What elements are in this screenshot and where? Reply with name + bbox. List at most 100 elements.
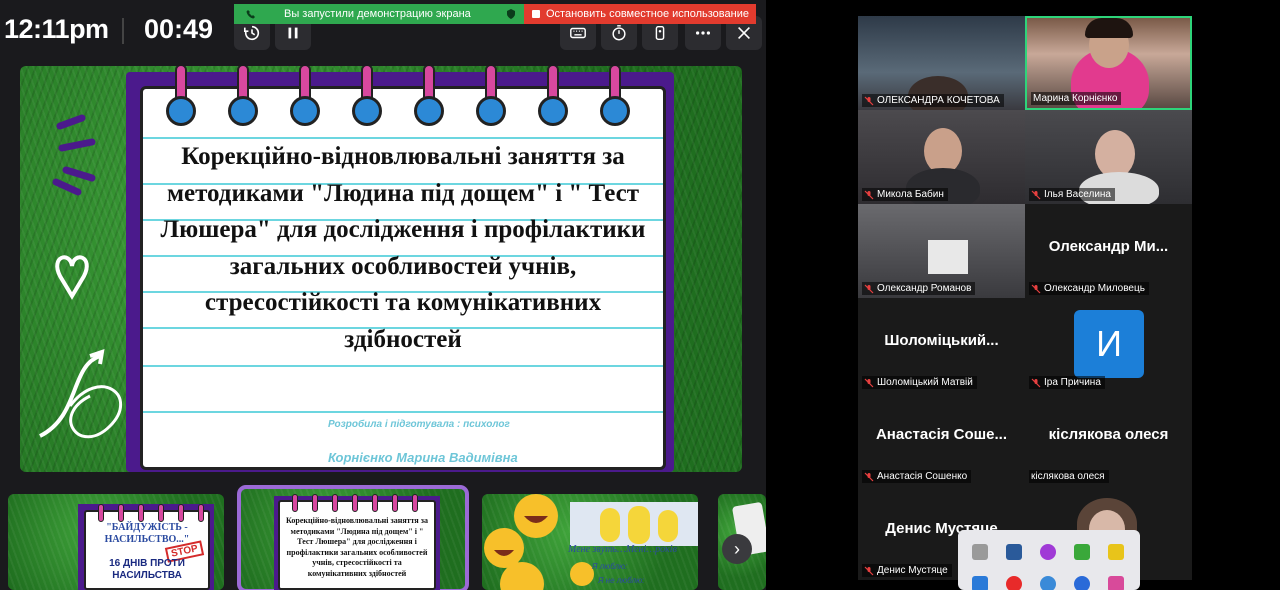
mic-muted-icon: [1031, 284, 1041, 293]
mic-muted-icon: [864, 472, 874, 481]
stop-sharing-button[interactable]: Остановить совместное использование: [524, 4, 756, 24]
screen: 12:11pm 00:49 Вы запустили демонстрацию …: [0, 0, 1280, 590]
participant-nameplate: Марина Корнієнко: [1031, 92, 1122, 105]
presenter-toolbar: 12:11pm 00:49 Вы запустили демонстрацию …: [0, 0, 766, 62]
tray-app-icon[interactable]: [1108, 544, 1124, 560]
thumb-page: Корекційно-відновлювальні заняття за мет…: [278, 500, 436, 590]
participant-name: Олександр Миловець: [1044, 283, 1145, 294]
thumb-page: "БАЙДУЖІСТЬ - НАСИЛЬСТВО..." STOP 16 ДНІ…: [84, 510, 210, 590]
current-slide: Корекційно-відновлювальні заняття за мет…: [20, 66, 742, 472]
notebook-ring: [166, 66, 196, 132]
thumb-line: Мене звуть…Мені…років: [568, 544, 677, 555]
mic-muted-icon: [864, 284, 874, 293]
participant-tile[interactable]: Анастасія Соше... Анастасія Сошенко: [858, 392, 1025, 486]
participant-tile[interactable]: Микола Бабин: [858, 110, 1025, 204]
thumb-line: НАСИЛЬСТВА: [112, 570, 182, 581]
participant-nameplate: Микола Бабин: [862, 188, 948, 201]
ruled-line: [143, 365, 663, 367]
thumb-ring: [292, 494, 298, 512]
participant-tile[interactable]: Марина Корнієнко: [1025, 16, 1192, 110]
thumb-ring: [138, 504, 144, 522]
participant-nameplate: ОЛЕКСАНДРА КОЧЕТОВА: [862, 94, 1004, 107]
more-icon: [695, 31, 711, 35]
ruled-line: [143, 411, 663, 413]
notebook-ring: [228, 66, 258, 132]
stop-sharing-label: Остановить совместное использование: [546, 8, 749, 20]
tray-app-icon[interactable]: [972, 576, 988, 590]
tray-app-icon[interactable]: [1074, 576, 1090, 590]
participant-name: Іра Причина: [1044, 377, 1101, 388]
participant-name: Микола Бабин: [877, 189, 944, 200]
participant-avatar: И: [1074, 310, 1144, 378]
slide-thumbnail-3[interactable]: Мене звуть…Мені…років Я люблю: Я не любл…: [482, 494, 698, 590]
participant-nameplate: Іра Причина: [1029, 376, 1105, 389]
notebook-ring: [290, 66, 320, 132]
thumb-ring: [178, 504, 184, 522]
mic-muted-icon: [1031, 190, 1041, 199]
close-icon: [738, 27, 750, 39]
participant-tile[interactable]: Олександр Романов: [858, 204, 1025, 298]
notebook-ring: [352, 66, 382, 132]
elapsed-timer: 00:49: [144, 14, 214, 44]
slide-thumbnail-1[interactable]: "БАЙДУЖІСТЬ - НАСИЛЬСТВО..." STOP 16 ДНІ…: [8, 494, 224, 590]
remote-icon: [655, 25, 665, 41]
tray-app-icon[interactable]: [1108, 576, 1124, 590]
author-label: Розробила і підготувала : психолог: [328, 419, 510, 430]
participant-nameplate: Шоломіцький Матвій: [862, 376, 977, 389]
keyboard-icon: [570, 27, 586, 39]
notebook-ring: [600, 66, 630, 132]
participant-tile[interactable]: кіслякова олеся кіслякова олеся: [1025, 392, 1192, 486]
participant-name: кіслякова олеся: [1031, 471, 1105, 482]
share-status: Вы запустили демонстрацию экрана: [234, 4, 524, 24]
chevron-right-icon: ›: [734, 538, 740, 559]
participant-tile[interactable]: Шоломіцький... Шоломіцький Матвій: [858, 298, 1025, 392]
mic-muted-icon: [864, 190, 874, 199]
shield-icon: [507, 9, 515, 19]
participant-name: Марина Корнієнко: [1033, 93, 1118, 104]
participant-tile[interactable]: И Іра Причина: [1025, 298, 1192, 392]
slide-thumbnail-2[interactable]: Корекційно-відновлювальні заняття за мет…: [237, 485, 469, 590]
thumb-ring: [312, 494, 318, 512]
participant-nameplate: Олександр Миловець: [1029, 282, 1149, 295]
thumb-ring: [412, 494, 418, 512]
participant-name: Анастасія Сошенко: [877, 471, 968, 482]
tray-app-icon[interactable]: [1006, 544, 1022, 560]
thumb-ring: [98, 504, 104, 522]
notebook-ring: [476, 66, 506, 132]
stop-icon: [532, 10, 540, 18]
participant-display-name: Шоломіцький...: [884, 332, 999, 349]
tray-app-icon[interactable]: [1040, 576, 1056, 590]
mic-muted-icon: [864, 566, 874, 575]
minions-image: [570, 502, 698, 546]
participant-face: [1095, 130, 1135, 178]
thumb-line: 16 ДНІВ ПРОТИ: [109, 558, 185, 569]
thumb-ring: [372, 494, 378, 512]
participant-name: ОЛЕКСАНДРА КОЧЕТОВА: [877, 95, 1000, 106]
participant-nameplate: кіслякова олеся: [1029, 470, 1109, 483]
share-status-text: Вы запустили демонстрацию экрана: [284, 8, 471, 20]
thumb-title: Корекційно-відновлювальні заняття за мет…: [286, 516, 428, 578]
participant-name: Олександр Романов: [877, 283, 972, 294]
participant-display-name: Олександр Ми...: [1048, 238, 1169, 255]
participant-tile[interactable]: Олександр Ми... Олександр Миловець: [1025, 204, 1192, 298]
participant-display-name: кіслякова олеся: [1048, 426, 1169, 443]
slide-title: Корекційно-відновлювальні заняття за мет…: [160, 143, 646, 353]
tray-app-icon[interactable]: [1006, 576, 1022, 590]
tray-app-icon[interactable]: [972, 544, 988, 560]
next-thumbnails-button[interactable]: ›: [722, 534, 752, 564]
participant-gallery: ОЛЕКСАНДРА КОЧЕТОВА Марина Корнієнко Мик…: [858, 16, 1192, 580]
notebook-ring: [414, 66, 444, 132]
tray-app-icon[interactable]: [1040, 544, 1056, 560]
participant-hair: [1085, 18, 1133, 38]
toolbar-divider: [122, 18, 124, 44]
screen-share-banner: Вы запустили демонстрацию экрана Останов…: [234, 4, 756, 24]
thumb-line: "БАЙДУЖІСТЬ -: [106, 522, 188, 533]
participant-name: Денис Мустяце: [877, 565, 948, 576]
system-tray-popup: [958, 530, 1140, 590]
thumb-line: Я люблю:: [592, 562, 628, 571]
history-icon: [243, 25, 260, 41]
notebook-ring: [538, 66, 568, 132]
tray-app-icon[interactable]: [1074, 544, 1090, 560]
participant-tile[interactable]: ОЛЕКСАНДРА КОЧЕТОВА: [858, 16, 1025, 110]
participant-tile[interactable]: Ілья Васелина: [1025, 110, 1192, 204]
